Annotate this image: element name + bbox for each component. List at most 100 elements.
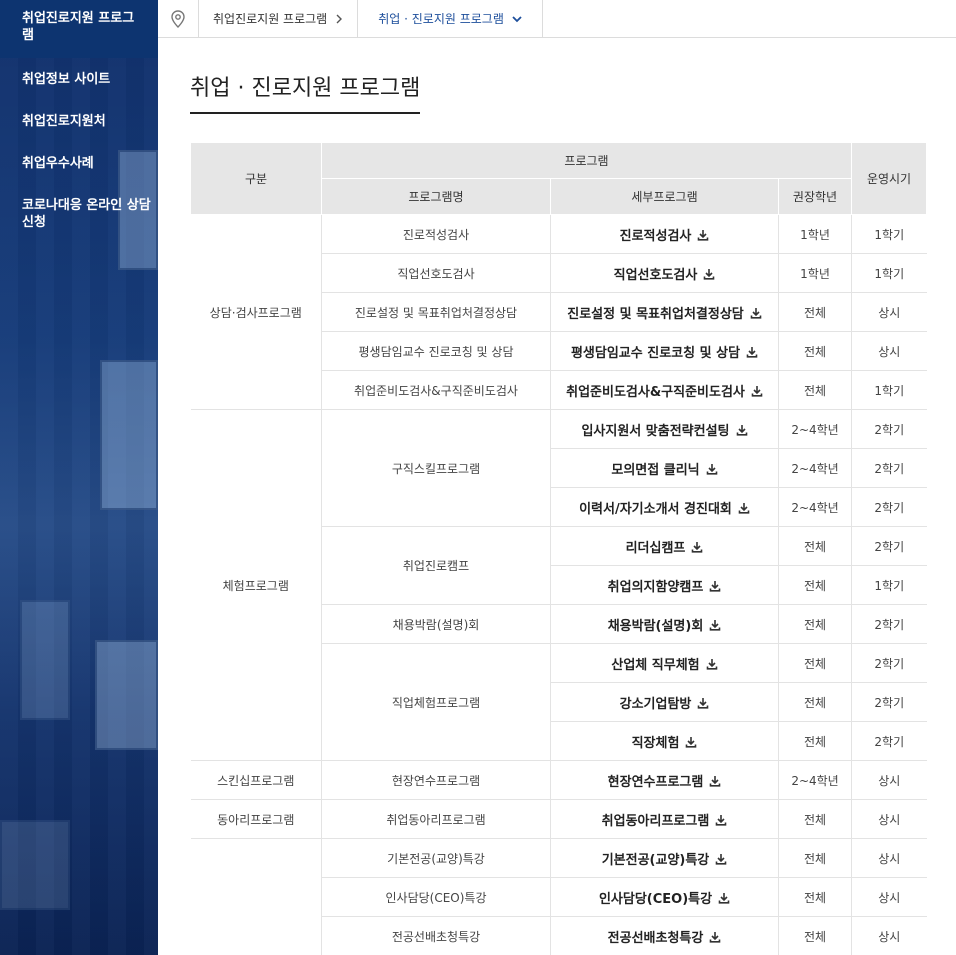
header-category: 구분 <box>190 142 322 215</box>
category-cell: 상담·검사프로그램 <box>190 214 322 410</box>
background-window <box>20 600 70 720</box>
table-body: 상담·검사프로그램 진로적성검사 진로적성검사 1학년 1학기 직업선호도검사 직업선호도검… <box>190 214 927 955</box>
sidebar: 취업진로지원 프로그램 취업정보 사이트 취업진로지원처 취업우수사례 코로나대… <box>0 0 158 955</box>
download-icon[interactable] <box>709 931 721 943</box>
detail-program-link[interactable]: 취업준비도검사&구직준비도검사 <box>550 370 779 410</box>
detail-program-label: 직장체험 <box>631 735 680 751</box>
download-icon[interactable] <box>751 385 763 397</box>
program-name-cell: 전공선배초청특강 <box>321 916 551 955</box>
detail-program-link[interactable]: 리더십캠프 <box>550 526 779 566</box>
download-icon[interactable] <box>709 580 721 592</box>
detail-program-link[interactable]: 직업선호도검사 <box>550 253 779 293</box>
detail-program-link[interactable]: 평생담임교수 진로코칭 및 상담 <box>550 331 779 371</box>
detail-program-link[interactable]: 강소기업탐방 <box>550 682 779 722</box>
breadcrumb: 취업진로지원 프로그램 취업 · 진로지원 프로그램 <box>158 0 956 38</box>
detail-program-label: 평생담임교수 진로코칭 및 상담 <box>570 345 741 361</box>
detail-program-label: 이력서/자기소개서 경진대회 <box>579 501 732 517</box>
schedule-cell: 상시 <box>851 838 927 878</box>
page-title: 취업 · 진로지원 프로그램 <box>190 70 421 114</box>
program-name-cell: 취업준비도검사&구직준비도검사 <box>321 370 551 410</box>
background-window <box>0 820 70 910</box>
grade-cell: 전체 <box>777 643 853 683</box>
detail-program-label: 모의면접 클리닉 <box>611 462 700 478</box>
schedule-cell: 1학기 <box>851 253 927 293</box>
grade-cell: 전체 <box>777 682 853 722</box>
sidebar-item-active[interactable]: 취업진로지원 프로그램 <box>0 0 158 58</box>
program-name-cell: 평생담임교수 진로코칭 및 상담 <box>321 331 551 371</box>
chevron-right-icon <box>336 14 343 23</box>
download-icon[interactable] <box>703 268 715 280</box>
program-name-cell: 진로설정 및 목표취업처결정상담 <box>321 292 551 332</box>
header-detail: 세부프로그램 <box>550 178 779 215</box>
program-name-cell: 직업체험프로그램 <box>321 643 551 761</box>
download-icon[interactable] <box>685 736 697 748</box>
table-row: 스킨십프로그램 현장연수프로그램 현장연수프로그램 2~4학년 상시 <box>190 760 927 800</box>
schedule-cell: 1학기 <box>851 214 927 254</box>
detail-program-link[interactable]: 산업체 직무체험 <box>550 643 779 683</box>
download-icon[interactable] <box>709 775 721 787</box>
detail-program-link[interactable]: 기본전공(교양)특강 <box>550 838 779 878</box>
detail-program-link[interactable]: 전공선배초청특강 <box>550 916 779 955</box>
breadcrumb-current[interactable]: 취업 · 진로지원 프로그램 <box>358 0 543 37</box>
grade-cell: 전체 <box>777 721 853 761</box>
detail-program-label: 채용박람(설명)회 <box>607 618 704 634</box>
detail-program-link[interactable]: 현장연수프로그램 <box>550 760 779 800</box>
download-icon[interactable] <box>697 229 709 241</box>
download-icon[interactable] <box>691 541 703 553</box>
schedule-cell: 상시 <box>851 292 927 332</box>
detail-program-link[interactable]: 직장체험 <box>550 721 779 761</box>
detail-program-link[interactable]: 진로설정 및 목표취업처결정상담 <box>550 292 779 332</box>
detail-program-label: 강소기업탐방 <box>619 696 692 712</box>
sidebar-item-job-info-sites[interactable]: 취업정보 사이트 <box>22 71 152 88</box>
detail-program-label: 취업준비도검사&구직준비도검사 <box>566 384 745 400</box>
detail-program-link[interactable]: 채용박람(설명)회 <box>550 604 779 644</box>
detail-program-link[interactable]: 취업동아리프로그램 <box>550 799 779 839</box>
detail-program-link[interactable]: 인사담당(CEO)특강 <box>550 877 779 917</box>
detail-program-label: 취업의지함양캠프 <box>607 579 704 595</box>
category-cell: 스킨십프로그램 <box>190 760 322 800</box>
download-icon[interactable] <box>750 307 762 319</box>
download-icon[interactable] <box>706 463 718 475</box>
header-program: 프로그램 <box>320 142 853 179</box>
category-cell: 체험프로그램 <box>190 409 322 761</box>
download-icon[interactable] <box>715 814 727 826</box>
breadcrumb-home[interactable] <box>158 0 199 37</box>
table-row: 동아리프로그램 취업동아리프로그램 취업동아리프로그램 전체 상시 <box>190 799 927 839</box>
schedule-cell: 상시 <box>851 760 927 800</box>
sidebar-item-online-counsel[interactable]: 코로나대응 온라인 상담신청 <box>22 197 152 231</box>
download-icon[interactable] <box>738 502 750 514</box>
detail-program-label: 진로적성검사 <box>619 228 692 244</box>
grade-cell: 2~4학년 <box>777 487 853 527</box>
schedule-cell: 1학기 <box>851 370 927 410</box>
download-icon[interactable] <box>736 424 748 436</box>
schedule-cell: 2학기 <box>851 487 927 527</box>
detail-program-link[interactable]: 진로적성검사 <box>550 214 779 254</box>
schedule-cell: 2학기 <box>851 526 927 566</box>
download-icon[interactable] <box>706 658 718 670</box>
grade-cell: 2~4학년 <box>777 760 853 800</box>
breadcrumb-parent[interactable]: 취업진로지원 프로그램 <box>199 0 359 37</box>
grade-cell: 1학년 <box>777 214 853 254</box>
background-window <box>100 360 158 510</box>
grade-cell: 2~4학년 <box>777 409 853 449</box>
detail-program-link[interactable]: 모의면접 클리닉 <box>550 448 779 488</box>
download-icon[interactable] <box>709 619 721 631</box>
detail-program-label: 입사지원서 맞춤전략컨설팅 <box>581 423 730 439</box>
download-icon[interactable] <box>746 346 758 358</box>
detail-program-link[interactable]: 입사지원서 맞춤전략컨설팅 <box>550 409 779 449</box>
grade-cell: 전체 <box>777 877 853 917</box>
detail-program-link[interactable]: 이력서/자기소개서 경진대회 <box>550 487 779 527</box>
detail-program-link[interactable]: 취업의지함양캠프 <box>550 565 779 605</box>
grade-cell: 전체 <box>777 565 853 605</box>
detail-program-label: 전공선배초청특강 <box>607 930 704 946</box>
download-icon[interactable] <box>715 853 727 865</box>
grade-cell: 전체 <box>777 604 853 644</box>
grade-cell: 전체 <box>777 526 853 566</box>
download-icon[interactable] <box>697 697 709 709</box>
program-name-cell: 기본전공(교양)특강 <box>321 838 551 878</box>
sidebar-item-career-office[interactable]: 취업진로지원처 <box>22 113 152 130</box>
schedule-cell: 상시 <box>851 916 927 955</box>
header-program-name: 프로그램명 <box>321 178 551 215</box>
sidebar-item-success-cases[interactable]: 취업우수사례 <box>22 155 152 172</box>
download-icon[interactable] <box>718 892 730 904</box>
